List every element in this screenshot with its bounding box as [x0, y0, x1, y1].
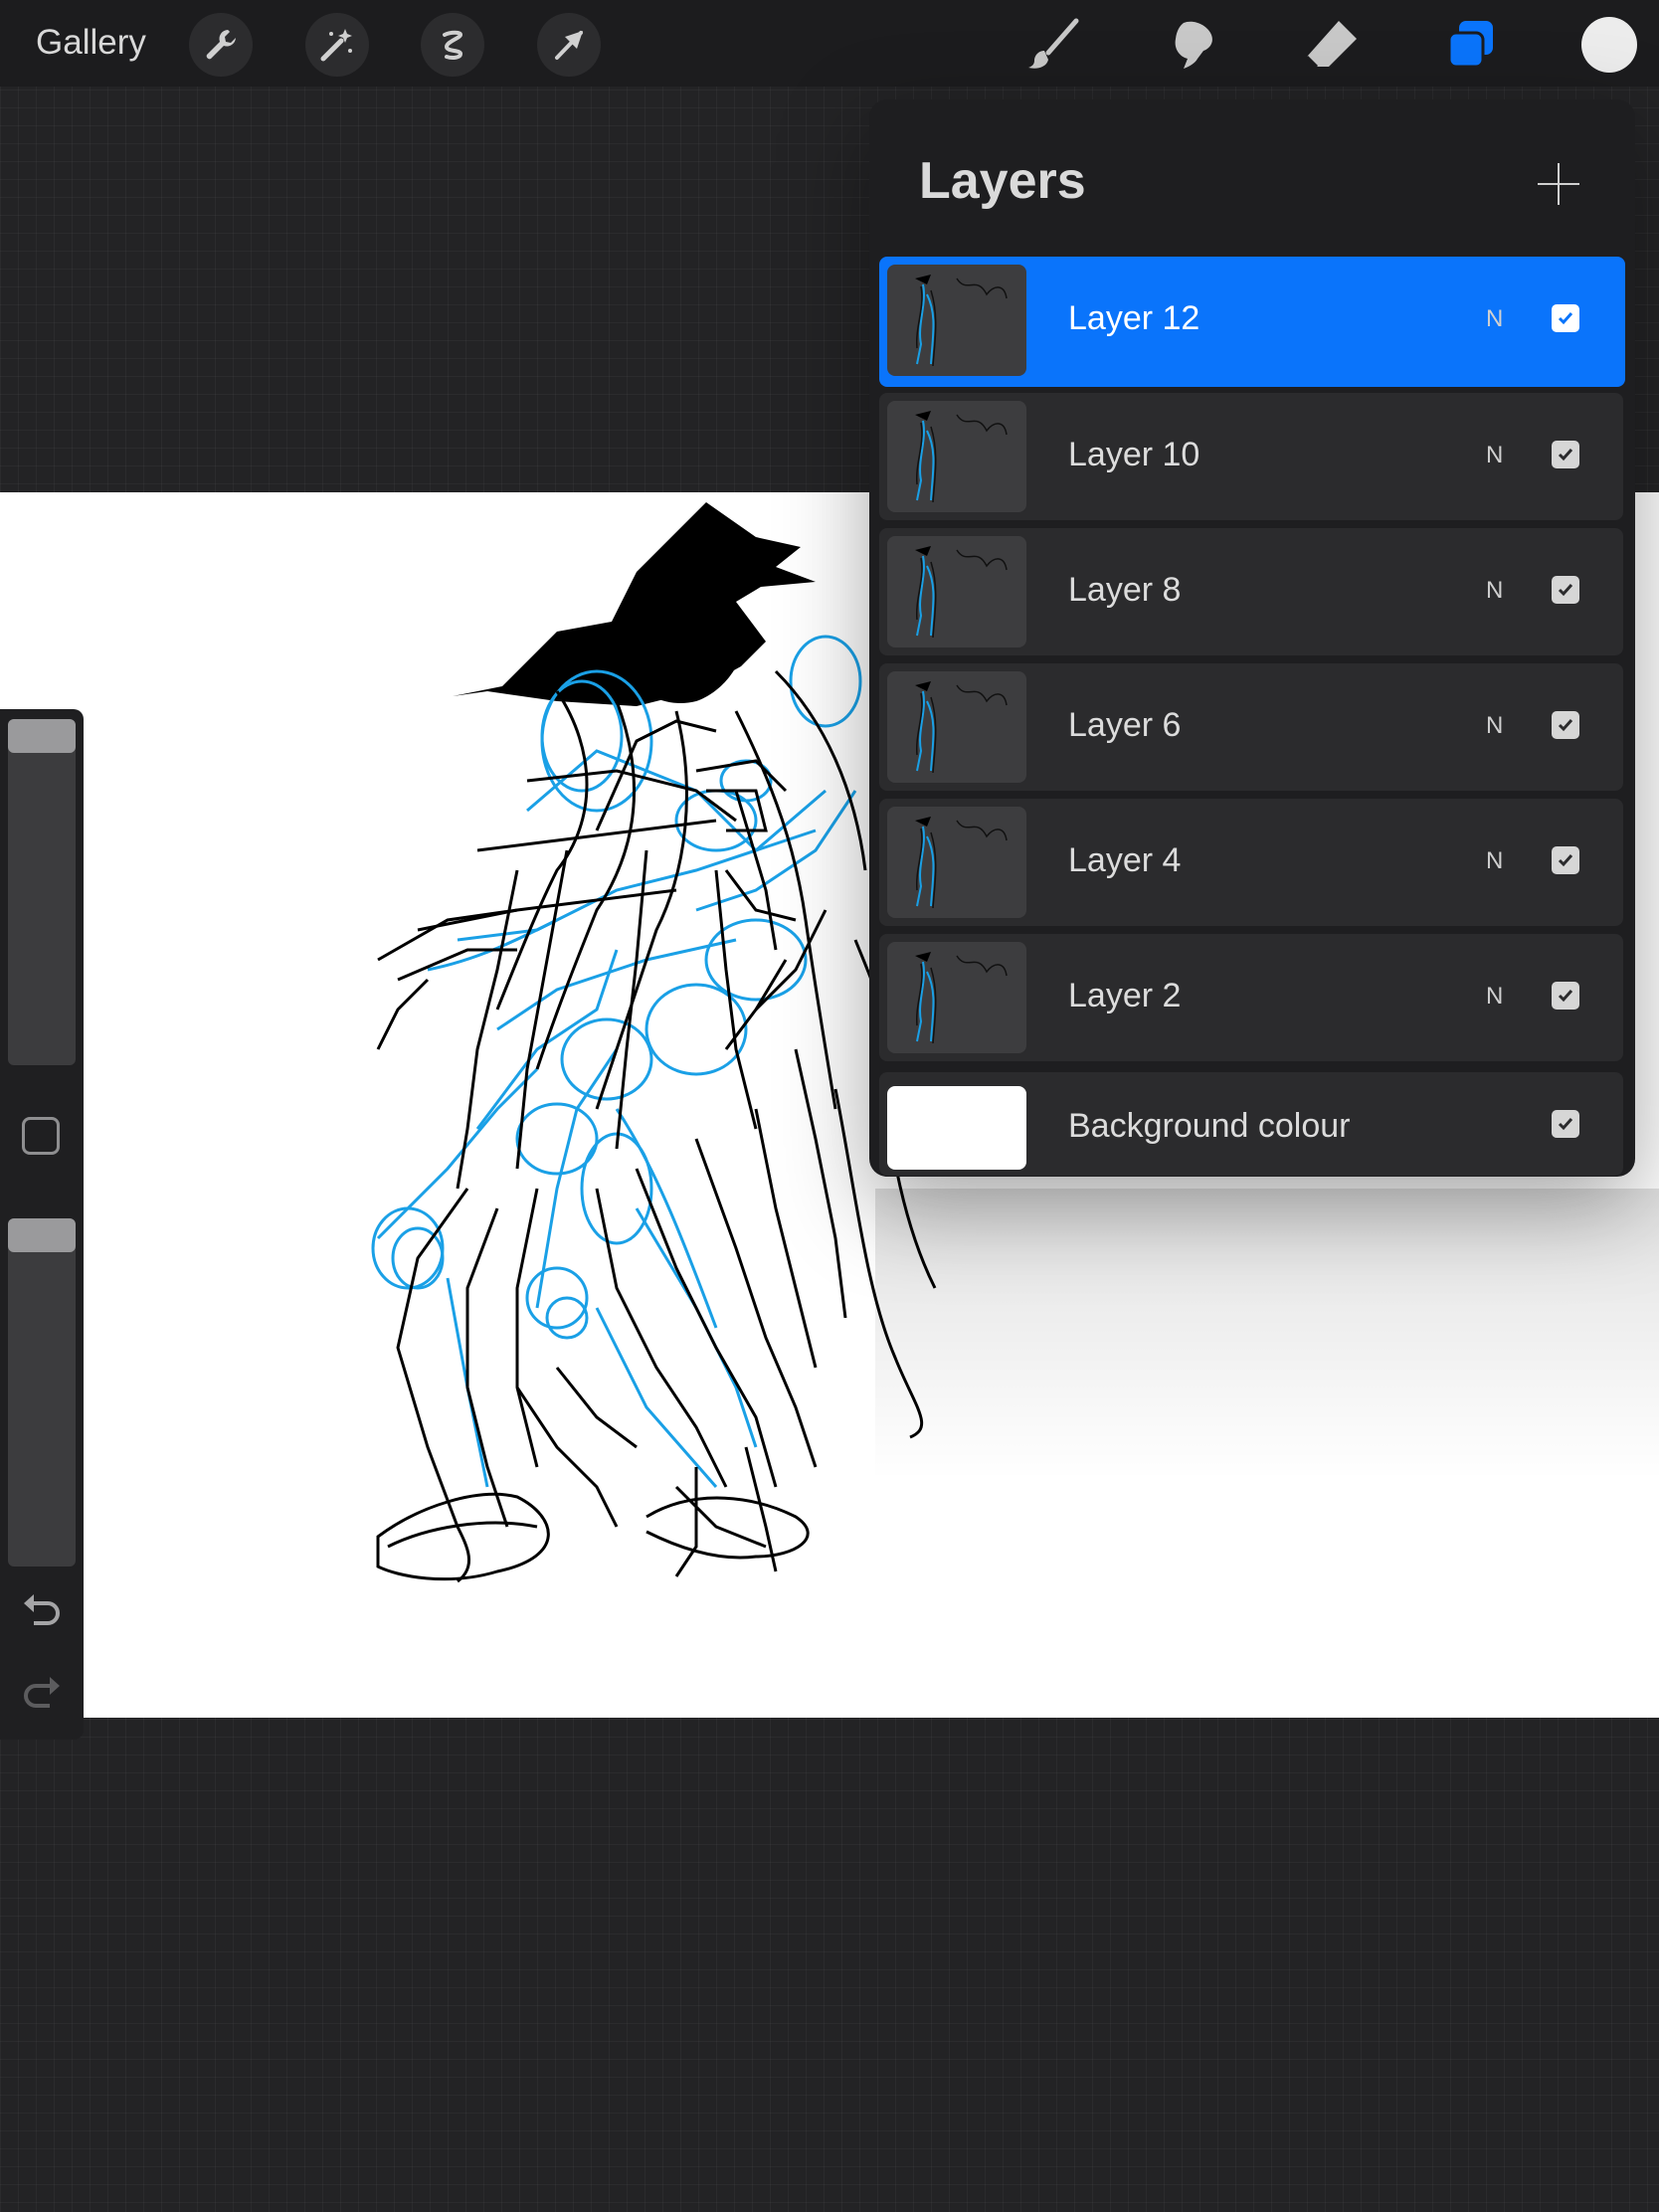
brush-icon[interactable]: [1021, 12, 1087, 78]
layer-name: Layer 12: [1068, 299, 1200, 337]
layer-name: Layer 4: [1068, 841, 1182, 879]
blend-mode-button[interactable]: N: [1486, 441, 1503, 470]
layers-panel-title: Layers: [919, 152, 1086, 210]
opacity-slider-knob[interactable]: [8, 1218, 76, 1252]
layer-thumbnail: [887, 536, 1026, 647]
layer-name: Background colour: [1068, 1107, 1351, 1145]
layer-visibility-checkbox[interactable]: [1552, 576, 1579, 604]
layers-panel: Layers Layer 12 N Layer 10 N Layer 8 N Layer 6…: [869, 99, 1635, 1177]
gallery-button[interactable]: Gallery: [36, 20, 146, 66]
plus-icon[interactable]: [1538, 163, 1579, 205]
blend-mode-button[interactable]: N: [1486, 982, 1503, 1012]
layer-row[interactable]: Layer 6 N: [879, 663, 1623, 791]
blend-mode-button[interactable]: N: [1486, 576, 1503, 606]
modify-square-icon[interactable]: [22, 1117, 60, 1155]
layer-thumbnail: [887, 671, 1026, 783]
eraser-icon[interactable]: [1300, 12, 1366, 78]
selection-icon[interactable]: [421, 13, 484, 77]
layer-row[interactable]: Layer 10 N: [879, 393, 1623, 520]
layer-name: Layer 10: [1068, 436, 1200, 473]
brush-size-slider-knob[interactable]: [8, 719, 76, 753]
layer-name: Layer 8: [1068, 571, 1182, 609]
opacity-slider[interactable]: [8, 1218, 76, 1567]
layer-thumbnail: [887, 401, 1026, 512]
blend-mode-button[interactable]: N: [1486, 846, 1503, 876]
color-picker-button[interactable]: [1581, 17, 1637, 73]
undo-icon[interactable]: [20, 1589, 64, 1625]
layer-thumbnail: [887, 807, 1026, 918]
layer-row[interactable]: Layer 2 N: [879, 934, 1623, 1061]
layer-name: Layer 6: [1068, 706, 1182, 744]
layer-row[interactable]: Layer 4 N: [879, 799, 1623, 926]
layer-visibility-checkbox[interactable]: [1552, 982, 1579, 1010]
layer-row-background[interactable]: Background colour: [879, 1072, 1623, 1176]
layers-icon[interactable]: [1438, 12, 1504, 78]
smudge-icon[interactable]: [1161, 12, 1226, 78]
top-toolbar: Gallery: [0, 0, 1659, 87]
blend-mode-button[interactable]: N: [1486, 711, 1503, 741]
brush-size-slider[interactable]: [8, 719, 76, 1065]
redo-icon[interactable]: [20, 1672, 64, 1708]
layer-thumbnail: [887, 942, 1026, 1053]
blend-mode-button[interactable]: N: [1486, 304, 1503, 334]
layer-visibility-checkbox[interactable]: [1552, 711, 1579, 739]
wrench-icon[interactable]: [189, 13, 253, 77]
layer-name: Layer 2: [1068, 977, 1182, 1014]
transform-arrow-icon[interactable]: [537, 13, 601, 77]
layer-thumbnail: [887, 265, 1026, 376]
layer-thumbnail: [887, 1086, 1026, 1170]
layer-visibility-checkbox[interactable]: [1552, 1110, 1579, 1138]
layer-row[interactable]: Layer 12 N: [879, 257, 1625, 387]
layer-visibility-checkbox[interactable]: [1552, 441, 1579, 468]
layer-visibility-checkbox[interactable]: [1552, 304, 1579, 332]
left-sidebar: [0, 709, 84, 1740]
magic-wand-icon[interactable]: [305, 13, 369, 77]
layer-visibility-checkbox[interactable]: [1552, 846, 1579, 874]
layer-row[interactable]: Layer 8 N: [879, 528, 1623, 655]
